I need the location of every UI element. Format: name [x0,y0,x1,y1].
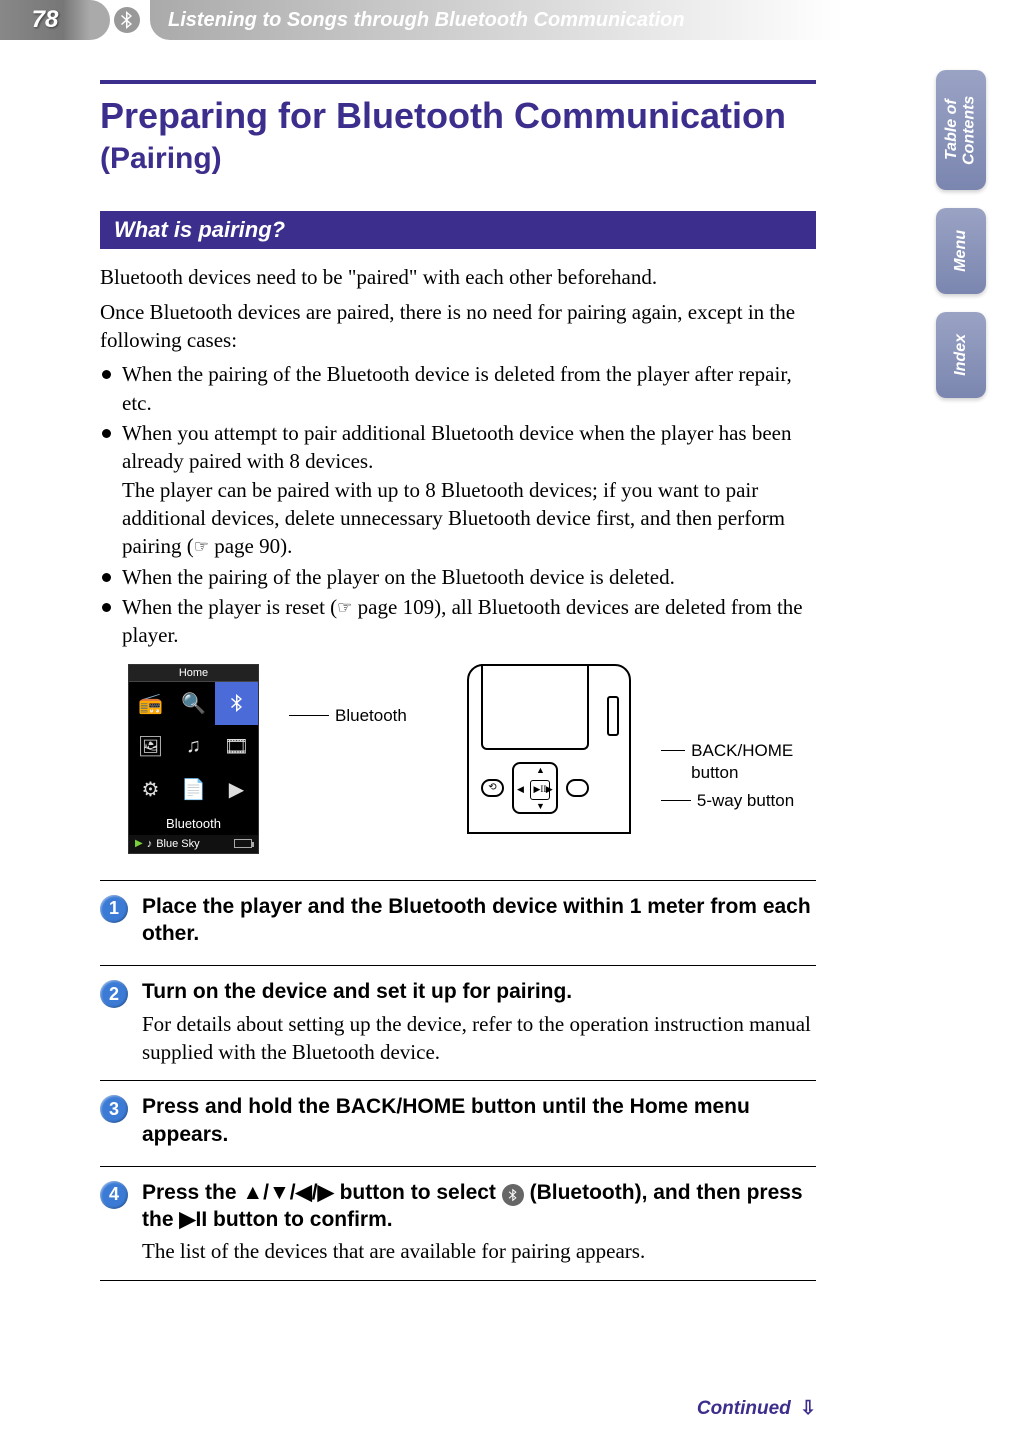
search-icon: 🔍 [172,682,215,725]
fm-icon: 📻 [129,682,172,725]
bullet-item: When the pairing of the player on the Bl… [100,563,816,591]
step-heading: Place the player and the Bluetooth devic… [142,893,816,948]
steps-list: 1 Place the player and the Bluetooth dev… [100,880,816,1281]
battery-icon [234,839,252,848]
bullet-item: When the pairing of the Bluetooth device… [100,360,816,417]
note-icon: ♪ [147,838,153,850]
figure-row: Home 📻 🔍 🖼 ♫ 🎞 ⚙ 📄 ▶ Bluetooth ▶ ♪ Blue … [128,664,816,854]
device-illustration: ⟲ ▲▼ ◀▶ ▶II [467,664,631,834]
callout-label: BACK/HOME button [691,740,816,784]
title-main: Preparing for Bluetooth Communication [100,95,786,136]
callout-label: 5-way button [697,790,794,812]
step-item: 4 Press the ▲/▼/◀/▶ button to select (Bl… [100,1166,816,1281]
page-header: 78 Listening to Songs through Bluetooth … [0,0,1016,40]
bluetooth-icon [215,682,258,725]
step-text: The list of the devices that are availab… [142,1237,816,1265]
step-item: 2 Turn on the device and set it up for p… [100,965,816,1080]
option-button [566,779,589,797]
bluetooth-icon [502,1184,524,1206]
bullet-list: When the pairing of the Bluetooth device… [100,360,816,649]
now-playing-icon: ▶ [215,768,258,811]
home-menu-screenshot: Home 📻 🔍 🖼 ♫ 🎞 ⚙ 📄 ▶ Bluetooth ▶ ♪ Blue … [128,664,259,854]
side-tabs: Table of Contents Menu Index [936,70,986,398]
five-way-button: ▲▼ ◀▶ ▶II [512,762,558,814]
settings-icon: ⚙ [129,768,172,811]
page-title: Preparing for Bluetooth Communication (P… [100,96,816,175]
step-heading: Turn on the device and set it up for pai… [142,978,816,1005]
device-screen [481,664,589,750]
bullet-item: When you attempt to pair additional Blue… [100,419,816,561]
side-button [607,696,619,736]
page-content: Preparing for Bluetooth Communication (P… [0,40,1016,1281]
step-heading: Press and hold the BACK/HOME button unti… [142,1093,816,1148]
tab-index[interactable]: Index [936,312,986,398]
step-text: For details about setting up the device,… [142,1010,816,1067]
bluetooth-icon [114,7,140,33]
tab-table-of-contents[interactable]: Table of Contents [936,70,986,190]
home-menu-label: Bluetooth [129,812,258,835]
playlist-icon: 📄 [172,768,215,811]
play-icon: ▶ [135,838,143,849]
callout-bluetooth: Bluetooth [289,706,407,726]
section-heading: What is pairing? [100,211,816,249]
step-item: 1 Place the player and the Bluetooth dev… [100,880,816,966]
bullet-item: When the player is reset (☞ page 109), a… [100,593,816,650]
hand-pointer-icon: ☞ [194,536,209,559]
status-bar: ▶ ♪ Blue Sky [129,835,258,853]
now-playing-title: Blue Sky [156,838,199,850]
title-sub: (Pairing) [100,142,222,175]
step-number: 2 [100,980,128,1008]
device-callouts: BACK/HOME button 5-way button [661,664,816,812]
step-number: 1 [100,895,128,923]
arrow-down-icon: ⇩ [800,1397,816,1420]
page-number: 78 [0,0,90,40]
step-number: 4 [100,1181,128,1209]
title-rule [100,80,816,84]
continued-indicator: Continued ⇩ [697,1397,816,1420]
hand-pointer-icon: ☞ [337,597,352,620]
intro-line-1: Bluetooth devices need to be "paired" wi… [100,263,816,291]
tab-menu[interactable]: Menu [936,208,986,294]
photo-icon: 🖼 [129,725,172,768]
music-icon: ♫ [172,725,215,768]
back-home-button: ⟲ [481,779,504,797]
video-icon: 🎞 [215,725,258,768]
step-item: 3 Press and hold the BACK/HOME button un… [100,1080,816,1166]
home-title: Home [129,665,258,682]
step-number: 3 [100,1095,128,1123]
chapter-title: Listening to Songs through Bluetooth Com… [150,0,1016,40]
step-heading: Press the ▲/▼/◀/▶ button to select (Blue… [142,1179,816,1234]
callout-label: Bluetooth [335,706,407,726]
home-grid: 📻 🔍 🖼 ♫ 🎞 ⚙ 📄 ▶ [129,682,258,812]
intro-line-2: Once Bluetooth devices are paired, there… [100,298,816,355]
